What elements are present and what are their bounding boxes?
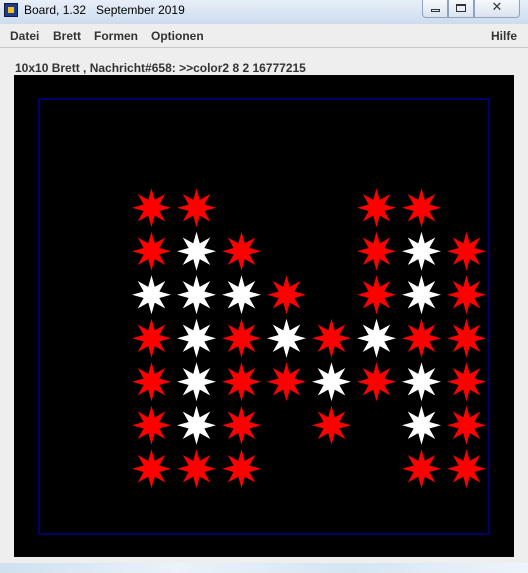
board-star-r3-c9[interactable] (447, 231, 486, 271)
board-star-r8-c2[interactable] (132, 449, 171, 489)
board-star-r3-c2[interactable] (132, 231, 171, 271)
minimize-icon (430, 9, 440, 12)
board-star-r3-c8[interactable] (402, 231, 441, 271)
window-title: Board, 1.32 September 2019 (24, 3, 185, 17)
board-star-r6-c3[interactable] (177, 362, 216, 402)
board-star-r5-c2[interactable] (132, 318, 171, 358)
board-star-r6-c6[interactable] (312, 362, 351, 402)
board-star-r7-c2[interactable] (132, 405, 171, 445)
status-message: 10x10 Brett , Nachricht#658: >>color2 8 … (15, 61, 306, 75)
board-star-r6-c9[interactable] (447, 362, 486, 402)
menu-hilfe[interactable]: Hilfe (491, 29, 517, 43)
board-star-r3-c4[interactable] (222, 231, 261, 271)
board-star-r4-c2[interactable] (132, 275, 171, 315)
board-star-r7-c3[interactable] (177, 405, 216, 445)
board-star-r4-c5[interactable] (267, 275, 306, 315)
menu-formen[interactable]: Formen (94, 29, 138, 43)
board-star-r7-c6[interactable] (312, 405, 351, 445)
board-star-r7-c4[interactable] (222, 405, 261, 445)
maximize-button[interactable] (448, 0, 474, 18)
board-star-r6-c7[interactable] (357, 362, 396, 402)
minimize-button[interactable] (422, 0, 448, 18)
board-star-r4-c4[interactable] (222, 275, 261, 315)
close-icon: ✕ (491, 0, 503, 15)
application-window: Board, 1.32 September 2019 ✕ Datei Brett… (0, 0, 528, 573)
board-star-r8-c3[interactable] (177, 449, 216, 489)
board-star-r6-c4[interactable] (222, 362, 261, 402)
board-star-r7-c8[interactable] (402, 405, 441, 445)
board-star-r2-c2[interactable] (132, 188, 171, 228)
close-button[interactable]: ✕ (474, 0, 520, 18)
board-star-r5-c3[interactable] (177, 318, 216, 358)
board-star-r5-c9[interactable] (447, 318, 486, 358)
menu-datei[interactable]: Datei (10, 29, 39, 43)
board-star-r5-c4[interactable] (222, 318, 261, 358)
board-star-r8-c4[interactable] (222, 449, 261, 489)
board-star-r3-c7[interactable] (357, 231, 396, 271)
board-star-r7-c9[interactable] (447, 405, 486, 445)
board-star-r3-c3[interactable] (177, 231, 216, 271)
menu-bar: Datei Brett Formen Optionen Hilfe (0, 24, 528, 48)
board-graphic[interactable] (14, 75, 514, 557)
board-canvas[interactable] (14, 75, 514, 557)
board-star-r2-c8[interactable] (402, 188, 441, 228)
board-star-r6-c2[interactable] (132, 362, 171, 402)
desktop-background-strip (0, 563, 528, 573)
board-star-r2-c7[interactable] (357, 188, 396, 228)
app-icon (4, 3, 18, 17)
board-star-r6-c8[interactable] (402, 362, 441, 402)
board-star-r4-c9[interactable] (447, 275, 486, 315)
board-star-r4-c8[interactable] (402, 275, 441, 315)
menu-brett[interactable]: Brett (53, 29, 81, 43)
board-star-r4-c3[interactable] (177, 275, 216, 315)
maximize-icon (456, 4, 466, 12)
board-star-r2-c3[interactable] (177, 188, 216, 228)
board-star-r5-c5[interactable] (267, 318, 306, 358)
menu-optionen[interactable]: Optionen (151, 29, 204, 43)
title-bar[interactable]: Board, 1.32 September 2019 ✕ (0, 0, 528, 24)
board-star-r8-c9[interactable] (447, 449, 486, 489)
board-star-r5-c8[interactable] (402, 318, 441, 358)
board-star-r6-c5[interactable] (267, 362, 306, 402)
board-star-r8-c8[interactable] (402, 449, 441, 489)
board-star-r4-c7[interactable] (357, 275, 396, 315)
board-star-r5-c6[interactable] (312, 318, 351, 358)
board-star-r5-c7[interactable] (357, 318, 396, 358)
